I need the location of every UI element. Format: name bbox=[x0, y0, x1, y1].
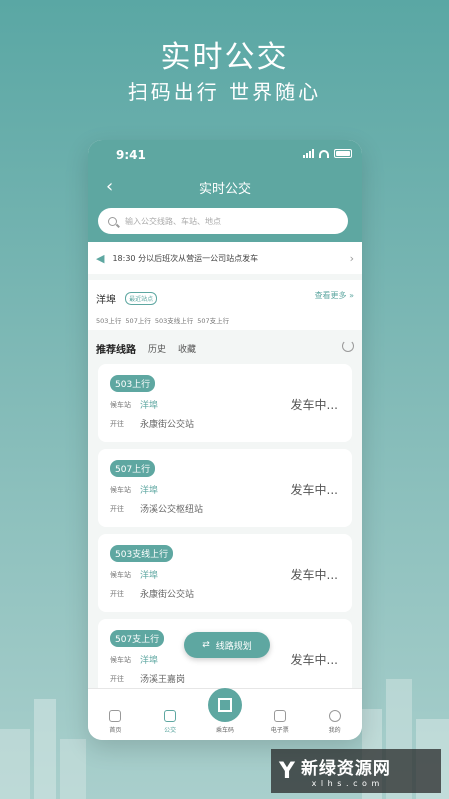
tabbar-item-qr-code[interactable]: 乘车码 bbox=[205, 688, 245, 734]
destination-label: 开往 bbox=[110, 504, 124, 513]
phone-screen: 9:41 ‹ 实时公交 输入公交线路、车站、地点 ◀ 18:30 分以后班次从营… bbox=[88, 140, 362, 740]
tabbar-label: 我的 bbox=[328, 727, 341, 734]
promo-title: 实时公交 bbox=[160, 40, 289, 75]
search-icon bbox=[108, 216, 117, 226]
route-card[interactable]: 507上行 候车站 洋埠 开往 汤溪公交枢纽站 发车中... bbox=[98, 449, 352, 527]
header: 9:41 ‹ 实时公交 输入公交线路、车站、地点 bbox=[88, 140, 362, 258]
wait-stop-label: 候车站 bbox=[110, 570, 131, 579]
nearby-stop-card[interactable]: 洋埠 最近站点 查看更多 » 503上行 507上行 503支线上行 507支上… bbox=[88, 280, 362, 330]
route-status: 发车中... bbox=[290, 568, 338, 582]
route-planning-button[interactable]: ⇄ 线路规划 bbox=[184, 632, 270, 658]
ticket-icon bbox=[273, 710, 286, 722]
route-card[interactable]: 503支线上行 候车站 洋埠 开往 永康街公交站 发车中... bbox=[98, 534, 352, 612]
destination-name: 永康街公交站 bbox=[140, 420, 195, 430]
wifi-icon bbox=[319, 149, 329, 158]
destination-label: 开往 bbox=[110, 674, 124, 683]
route-tabs: 推荐线路 历史 收藏 bbox=[96, 338, 354, 358]
route-card[interactable]: 507支上行 候车站 洋埠 开往 汤溪王嘉岗 发车中... bbox=[98, 619, 352, 697]
status-time: 9:41 bbox=[116, 148, 146, 162]
destination-label: 开往 bbox=[110, 589, 124, 598]
signal-icon bbox=[303, 149, 314, 158]
destination-name: 汤溪公交枢纽站 bbox=[140, 505, 204, 515]
stop-route-item[interactable]: 507支上行 bbox=[197, 315, 229, 325]
status-icons bbox=[303, 149, 352, 158]
qr-code-icon bbox=[207, 688, 242, 722]
watermark-name: 新绿资源网 bbox=[300, 759, 391, 779]
page-title: 实时公交 bbox=[198, 182, 251, 197]
wait-stop-name: 洋埠 bbox=[140, 486, 159, 496]
tabbar-label: 乘车码 bbox=[215, 727, 234, 734]
tab-favorites[interactable]: 收藏 bbox=[178, 342, 196, 355]
destination-name: 永康街公交站 bbox=[140, 590, 195, 600]
tabbar-item-bus[interactable]: 公交 bbox=[150, 710, 190, 734]
nearest-stop-badge: 最近站点 bbox=[125, 292, 158, 305]
route-card[interactable]: 503上行 候车站 洋埠 开往 永康街公交站 发车中... bbox=[98, 364, 352, 442]
route-status: 发车中... bbox=[290, 398, 338, 412]
tab-recommended[interactable]: 推荐线路 bbox=[96, 341, 136, 356]
tabbar-item-home[interactable]: 首页 bbox=[95, 710, 135, 734]
tabbar-item-ticket[interactable]: 电子票 bbox=[260, 710, 300, 734]
stop-route-list: 503上行 507上行 503支线上行 507支上行 bbox=[96, 315, 354, 325]
route-line-badge: 503支线上行 bbox=[110, 545, 174, 562]
destination-label: 开往 bbox=[110, 419, 124, 428]
chevron-right-icon: › bbox=[349, 251, 354, 265]
search-placeholder: 输入公交线路、车站、地点 bbox=[125, 216, 221, 226]
watermark: Y 新绿资源网 x l h s . c o m bbox=[271, 749, 441, 793]
notice-text: 18:30 分以后班次从营运一公司站点发车 bbox=[112, 253, 259, 263]
tab-history[interactable]: 历史 bbox=[148, 342, 166, 355]
search-input[interactable]: 输入公交线路、车站、地点 bbox=[98, 208, 348, 234]
wait-stop-label: 候车站 bbox=[110, 655, 131, 664]
watermark-url: x l h s . c o m bbox=[311, 779, 381, 788]
promo-subtitle: 扫码出行 世界随心 bbox=[127, 80, 322, 104]
wait-stop-name: 洋埠 bbox=[140, 656, 159, 666]
swap-arrows-icon: ⇄ bbox=[202, 640, 210, 650]
watermark-logo: Y bbox=[279, 758, 295, 784]
wait-stop-label: 候车站 bbox=[110, 485, 131, 494]
user-icon bbox=[328, 710, 341, 722]
route-planning-label: 线路规划 bbox=[215, 641, 252, 652]
tabbar-label: 公交 bbox=[164, 727, 177, 734]
refresh-icon[interactable] bbox=[342, 340, 354, 352]
home-icon bbox=[109, 710, 122, 722]
view-more-link[interactable]: 查看更多 » bbox=[315, 290, 354, 301]
route-status: 发车中... bbox=[290, 483, 338, 497]
wait-stop-name: 洋埠 bbox=[140, 571, 159, 581]
tabbar-label: 电子票 bbox=[270, 727, 289, 734]
destination-name: 汤溪王嘉岗 bbox=[140, 675, 186, 685]
route-line-badge: 507上行 bbox=[110, 460, 156, 477]
route-status: 发车中... bbox=[290, 653, 338, 667]
stop-name: 洋埠 bbox=[96, 295, 116, 306]
wait-stop-name: 洋埠 bbox=[140, 401, 159, 411]
tabbar-item-profile[interactable]: 我的 bbox=[315, 710, 355, 734]
stop-route-item[interactable]: 503上行 bbox=[96, 315, 121, 325]
bottom-tab-bar: 首页 公交 乘车码 电子票 我的 bbox=[88, 688, 362, 740]
tabbar-label: 首页 bbox=[109, 727, 122, 734]
stop-route-item[interactable]: 507上行 bbox=[125, 315, 150, 325]
stop-route-item[interactable]: 503支线上行 bbox=[155, 315, 193, 325]
route-line-badge: 507支上行 bbox=[110, 630, 165, 647]
battery-icon bbox=[334, 149, 352, 158]
route-line-badge: 503上行 bbox=[110, 375, 156, 392]
bus-icon bbox=[164, 710, 177, 722]
speaker-icon: ◀ bbox=[96, 251, 105, 265]
notice-bar[interactable]: ◀ 18:30 分以后班次从营运一公司站点发车 › bbox=[88, 242, 362, 274]
wait-stop-label: 候车站 bbox=[110, 400, 131, 409]
